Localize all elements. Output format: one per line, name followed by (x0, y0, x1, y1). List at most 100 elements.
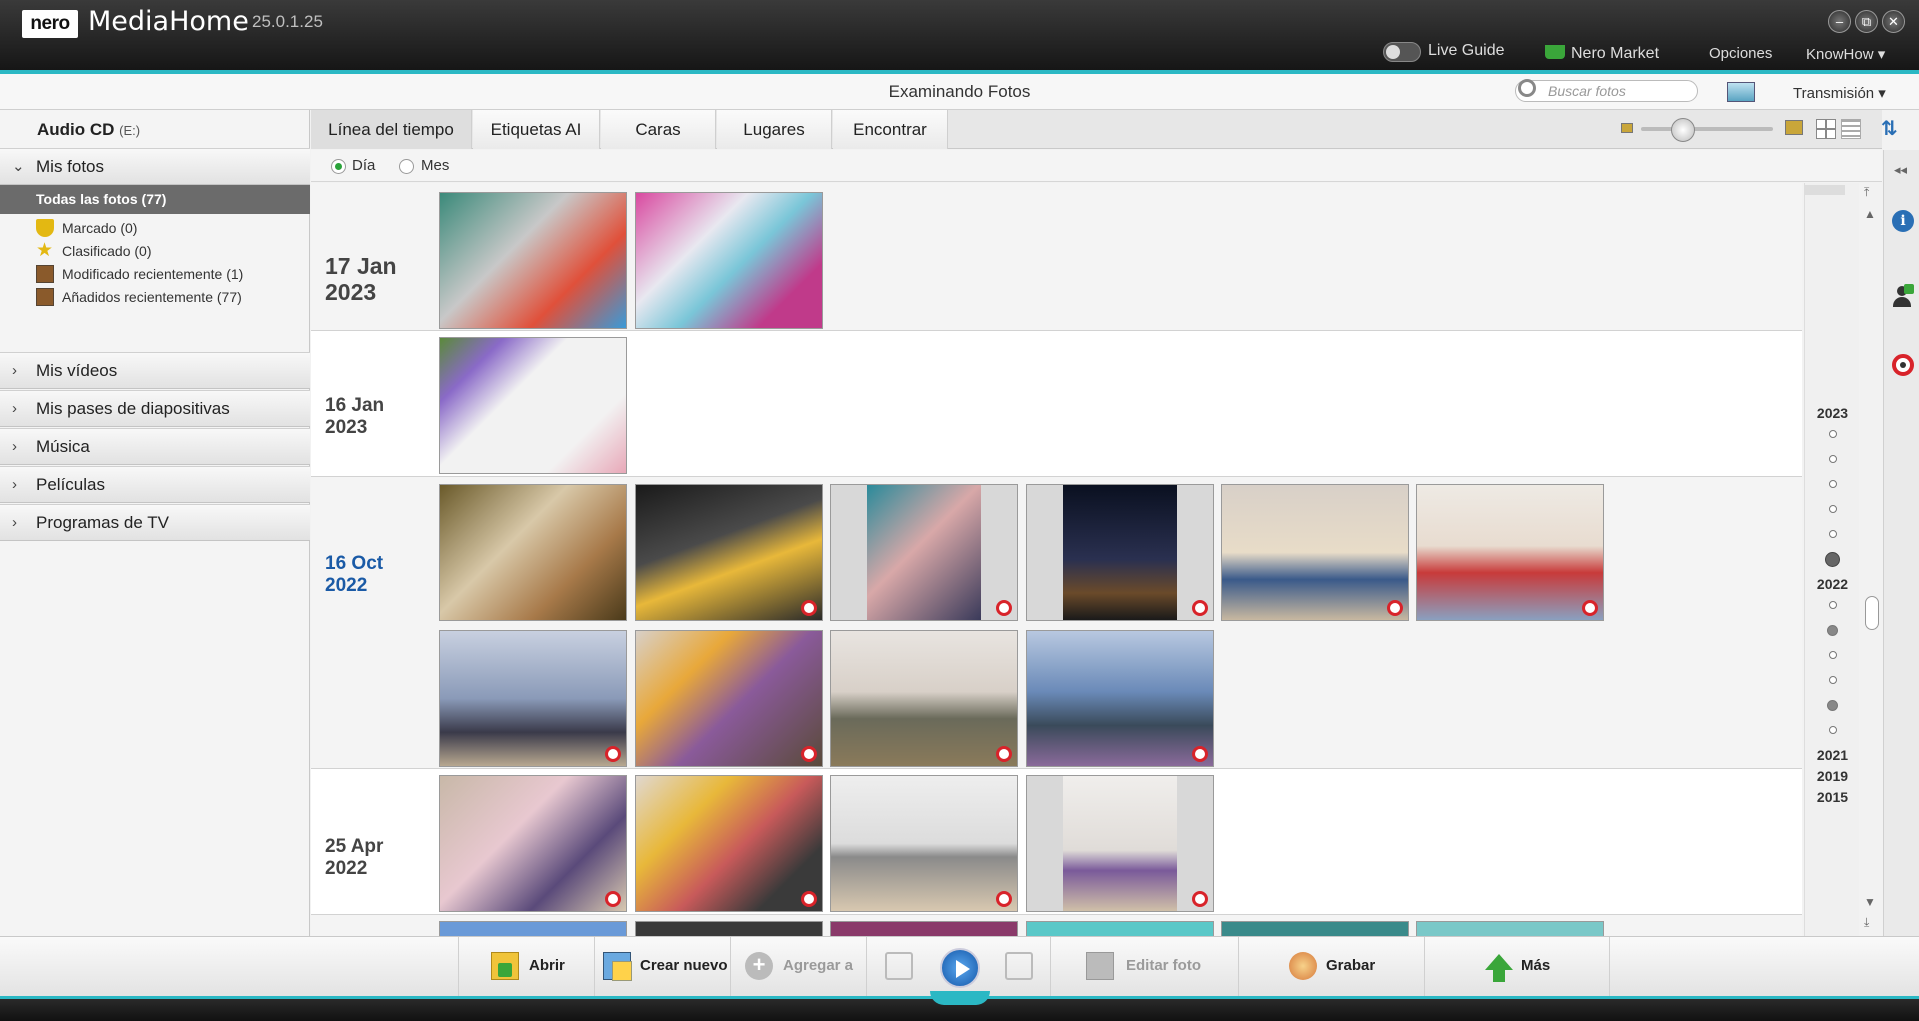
mes-radio[interactable] (399, 159, 414, 174)
photo-thumbnail[interactable] (1221, 921, 1409, 936)
photo-thumbnail[interactable] (635, 630, 823, 767)
sidebar-section-programas-tv[interactable]: › Programas de TV (0, 504, 310, 541)
timeline-dot[interactable] (1829, 651, 1837, 659)
knowhow-menu[interactable]: KnowHow ▾ (1806, 45, 1885, 63)
scroll-bottom-icon[interactable]: ⤓ (1864, 915, 1869, 930)
button-label: Más (1521, 957, 1551, 974)
timeline-dot[interactable] (1829, 530, 1837, 538)
location-pin-icon (996, 600, 1012, 616)
scroll-top-icon[interactable]: ⤒ (1864, 185, 1869, 200)
photo-thumbnail[interactable] (830, 921, 1018, 936)
tab-etiquetas-ai[interactable]: Etiquetas AI (473, 110, 600, 149)
scrollbar-thumb[interactable] (1865, 596, 1879, 630)
sidebar-item-audio-cd[interactable]: Audio CD (E:) (37, 120, 140, 140)
search-input[interactable]: Buscar fotos (1515, 80, 1698, 102)
tab-linea-del-tiempo[interactable]: Línea del tiempo (311, 110, 472, 149)
crear-nuevo-button[interactable]: Crear nuevo (594, 937, 730, 997)
sidebar-item-modificado[interactable]: Modificado recientemente (1) (36, 263, 243, 285)
year-timeline[interactable]: 2023 2022 2021 2019 2015 (1804, 183, 1859, 936)
restore-button[interactable]: ⧉ (1855, 10, 1878, 33)
sidebar-item-anadidos[interactable]: Añadidos recientemente (77) (36, 286, 242, 308)
timeline-dot[interactable] (1829, 726, 1837, 734)
tab-caras[interactable]: Caras (601, 110, 716, 149)
vertical-scrollbar[interactable]: ⤒ ▲ ▼ ⤓ (1862, 183, 1882, 936)
photo-thumbnail[interactable] (635, 192, 823, 329)
zoom-slider[interactable] (1641, 127, 1773, 131)
agregar-a-button[interactable]: + Agregar a (730, 937, 866, 997)
sidebar-section-mis-fotos[interactable]: ⌄ Mis fotos (0, 148, 310, 185)
timeline-year[interactable]: 2019 (1805, 768, 1860, 784)
photo-thumbnail[interactable] (1026, 630, 1214, 767)
info-icon[interactable]: i (1892, 210, 1914, 232)
opciones-menu[interactable]: Opciones (1709, 45, 1772, 62)
photo-thumbnail[interactable] (635, 484, 823, 621)
photo-thumbnail[interactable] (635, 921, 823, 936)
timeline-dot-current[interactable] (1825, 552, 1840, 567)
timeline-year[interactable]: 2015 (1805, 789, 1860, 805)
timeline-dot[interactable] (1829, 430, 1837, 438)
photo-thumbnail[interactable] (830, 630, 1018, 767)
photo-thumbnail[interactable] (830, 775, 1018, 912)
photo-thumbnail[interactable] (1416, 921, 1604, 936)
photo-thumbnail[interactable] (439, 192, 627, 329)
photo-thumbnail[interactable] (439, 630, 627, 767)
photo-thumbnail[interactable] (439, 484, 627, 621)
minimize-button[interactable]: – (1828, 10, 1851, 33)
photo-thumbnail[interactable] (1026, 775, 1214, 912)
zoom-slider-handle[interactable] (1671, 118, 1695, 142)
scroll-up-icon[interactable]: ▲ (1864, 207, 1876, 221)
sidebar-section-mis-videos[interactable]: › Mis vídeos (0, 352, 310, 389)
rotate-right-icon[interactable] (1005, 952, 1033, 980)
monitor-icon[interactable] (1727, 82, 1755, 102)
photo-thumbnail[interactable] (1221, 484, 1409, 621)
grid-view-icon[interactable] (1816, 119, 1836, 139)
rotate-left-icon[interactable] (885, 952, 913, 980)
timeline-dot[interactable] (1827, 700, 1838, 711)
dia-radio[interactable] (331, 159, 346, 174)
photo-thumbnail[interactable] (439, 337, 627, 474)
photo-thumbnail[interactable] (830, 484, 1018, 621)
sidebar-section-diapositivas[interactable]: › Mis pases de diapositivas (0, 390, 310, 427)
timeline-dot[interactable] (1829, 455, 1837, 463)
collapse-panel-icon[interactable]: ◂◂ (1894, 162, 1907, 178)
zoom-small-icon (1621, 123, 1633, 133)
photo-thumbnail[interactable] (1026, 921, 1214, 936)
photo-thumbnail[interactable] (1026, 484, 1214, 621)
sidebar-section-musica[interactable]: › Música (0, 428, 310, 465)
photo-thumbnail[interactable] (1416, 484, 1604, 621)
editar-foto-button[interactable]: Editar foto (1050, 937, 1238, 997)
list-view-icon[interactable] (1841, 119, 1861, 139)
timeline-dot[interactable] (1829, 676, 1837, 684)
photo-thumbnail[interactable] (635, 775, 823, 912)
close-button[interactable]: ✕ (1882, 10, 1905, 33)
timeline-dot[interactable] (1827, 625, 1838, 636)
mas-button[interactable]: Más (1424, 937, 1610, 997)
timeline-year[interactable]: 2021 (1805, 747, 1860, 763)
photo-image (636, 193, 822, 328)
sidebar-item-marcado[interactable]: Marcado (0) (36, 217, 137, 239)
timeline-dot[interactable] (1829, 601, 1837, 609)
sidebar-section-peliculas[interactable]: › Películas (0, 466, 310, 503)
abrir-button[interactable]: Abrir (458, 937, 594, 997)
photo-image (440, 922, 626, 936)
location-pin-icon[interactable] (1892, 354, 1914, 376)
timeline-year[interactable]: 2022 (1805, 576, 1860, 592)
scroll-down-icon[interactable]: ▼ (1864, 895, 1876, 909)
live-guide-toggle[interactable] (1383, 42, 1421, 62)
tab-lugares[interactable]: Lugares (717, 110, 832, 149)
grabar-button[interactable]: Grabar (1238, 937, 1424, 997)
play-slideshow-button[interactable] (940, 948, 980, 988)
photo-thumbnail[interactable] (439, 775, 627, 912)
sidebar-item-todas-las-fotos[interactable]: Todas las fotos (77) (0, 185, 310, 214)
nero-market-link[interactable]: Nero Market (1571, 45, 1659, 63)
transmision-menu[interactable]: Transmisión ▾ (1793, 84, 1886, 102)
timeline-dot[interactable] (1829, 480, 1837, 488)
tab-encontrar[interactable]: Encontrar (833, 110, 948, 149)
photo-thumbnail[interactable] (439, 921, 627, 936)
live-guide-link[interactable]: Live Guide (1428, 42, 1505, 60)
sidebar-item-clasificado[interactable]: ★ Clasificado (0) (36, 240, 151, 262)
sort-icon[interactable]: ⇅ (1881, 116, 1898, 141)
timeline-dot[interactable] (1829, 505, 1837, 513)
chevron-right-icon: › (12, 514, 17, 531)
timeline-year[interactable]: 2023 (1805, 405, 1860, 421)
